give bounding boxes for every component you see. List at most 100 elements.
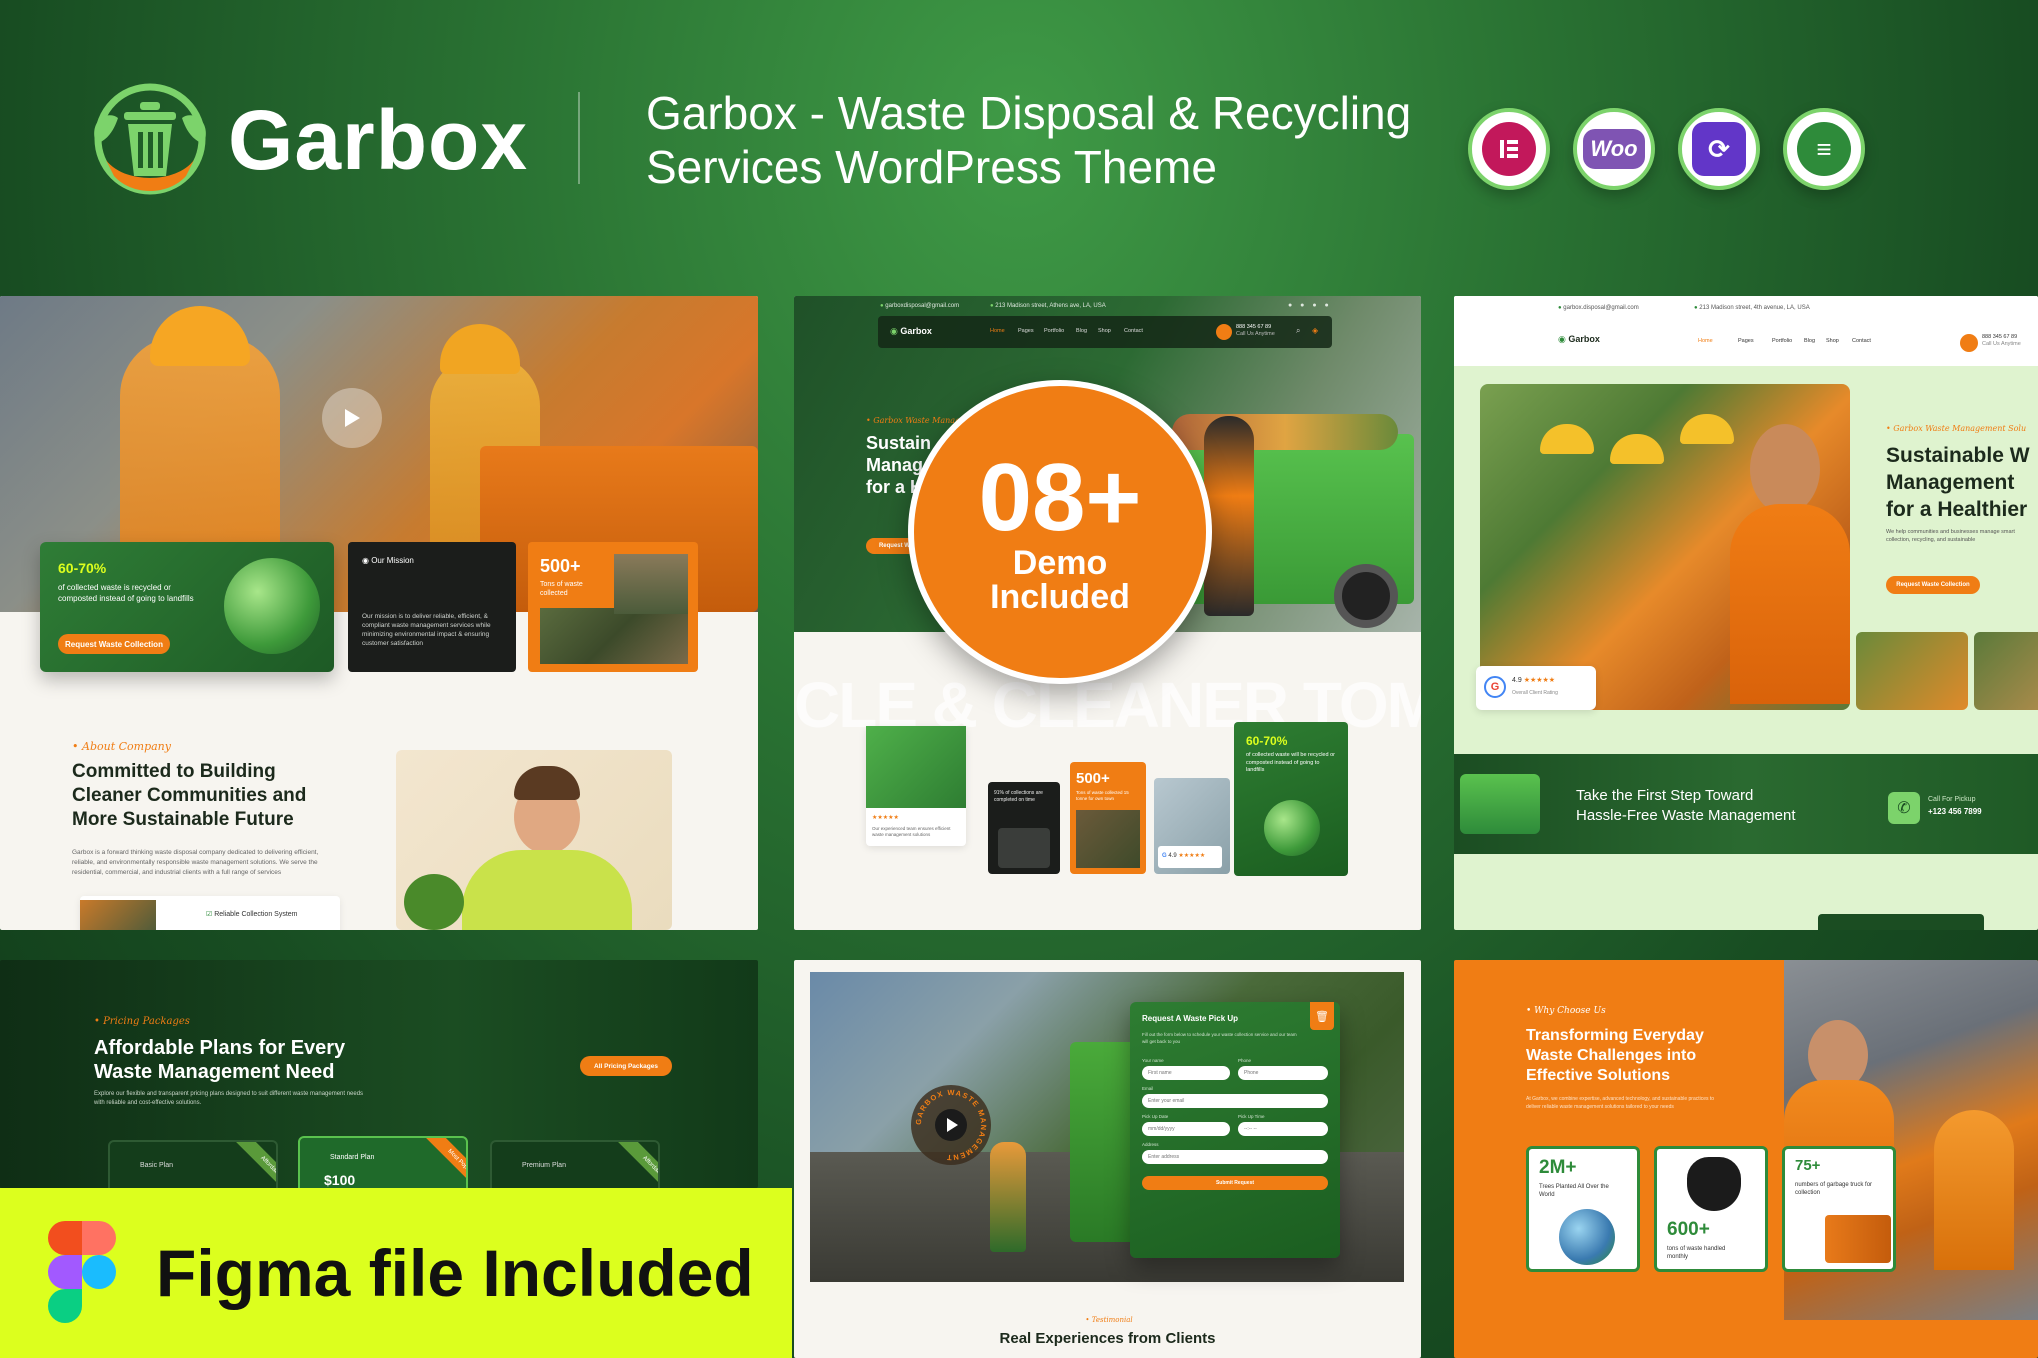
nav-shop[interactable]: Shop — [1826, 338, 1839, 344]
demo-label-line1: Demo — [1012, 544, 1108, 582]
nav-blog[interactable]: Blog — [1076, 328, 1087, 334]
nav-blog[interactable]: Blog — [1804, 338, 1815, 344]
hero-request-button[interactable]: Request Waste Collection — [1886, 576, 1980, 594]
hero-text: We help communities and businesses manag… — [1886, 529, 2015, 543]
nav-contact[interactable]: Contact — [1124, 328, 1143, 334]
brand-rotating-badge: GARBOX WASTE MANAGEMENT — [911, 1085, 991, 1165]
topbar-address: ● 213 Madison street, Athens ave, LA, US… — [990, 303, 1106, 309]
ontime-text: 91% of collections are completed on time — [994, 790, 1043, 803]
about-text: Garbox is a forward thinking waste dispo… — [72, 849, 319, 876]
stat-value: 60-70% — [1246, 734, 1288, 748]
cart-icon[interactable]: ◈ — [1312, 326, 1318, 335]
email-field[interactable] — [1142, 1094, 1328, 1108]
thumbnail-photo-1 — [1856, 632, 1968, 710]
earth-globe-icon — [1264, 800, 1320, 856]
demo-label-line2: Included — [990, 578, 1130, 616]
rating-stars: ★★★★★ — [872, 815, 899, 821]
video-play-button[interactable] — [322, 388, 382, 448]
topbar: ● garboxdisposal@gmail.com ● 213 Madison… — [794, 296, 1421, 318]
volunteers-photo — [1480, 384, 1850, 710]
mission-card: ◉ Our Mission Our mission is to deliver … — [348, 542, 516, 672]
testimonial-title: Real Experiences from Clients — [999, 1330, 1216, 1347]
mail-icon: ● — [880, 303, 884, 309]
preview-pickup-form: GARBOX WASTE MANAGEMENT Request A Waste … — [794, 960, 1421, 1358]
phone-field[interactable] — [1238, 1066, 1328, 1080]
about-feature-card: ☑ Reliable Collection System — [80, 896, 340, 930]
trash-bin-icon: 🗑 — [1310, 1002, 1334, 1030]
navbar: ◉ Garbox Home Pages Portfolio Blog Shop … — [878, 316, 1332, 348]
date-field[interactable] — [1142, 1122, 1230, 1136]
why-heading: Transforming Everyday Waste Challenges i… — [1526, 1027, 1704, 1084]
phone-call-icon[interactable]: ✆ — [1888, 792, 1920, 824]
garbage-truck-icon — [1825, 1215, 1891, 1263]
stat-text: of collected waste will be recycled or c… — [1246, 752, 1335, 773]
cta-text: Take the First Step Toward Hassle-Free W… — [1576, 787, 1796, 824]
mission-title: ◉ Our Mission — [362, 556, 414, 565]
garbage-bag-icon — [1687, 1157, 1741, 1211]
stat-value: 75+ — [1795, 1157, 1821, 1174]
time-field[interactable] — [1238, 1122, 1328, 1136]
topbar-email: ● garbox.disposal@gmail.com — [1558, 305, 1639, 311]
all-pricing-button[interactable]: All Pricing Packages — [580, 1056, 672, 1076]
demo-count-badge: 08+ Demo Included — [908, 380, 1212, 684]
request-collection-button[interactable]: Request Waste Collection — [58, 634, 170, 654]
tons-value: 500+ — [1076, 770, 1110, 787]
nav-home[interactable]: Home — [990, 328, 1005, 334]
nav-portfolio[interactable]: Portfolio — [1044, 328, 1064, 334]
stat-text: tons of waste handled monthly — [1667, 1246, 1726, 1260]
theme-title-line1: Garbox - Waste Disposal & Recycling — [646, 87, 1412, 139]
stat-value: 60-70% — [58, 560, 107, 576]
tons-text: Tons of waste collected 15 tonne for own… — [1076, 790, 1129, 801]
update-sync-icon: ⟳ — [1692, 122, 1746, 176]
stat-card-recycled: 60-70% of collected waste is recycled or… — [40, 542, 334, 672]
pickup-form-card: Request A Waste Pick Up 🗑 Fill out the f… — [1130, 1002, 1340, 1258]
social-icons[interactable]: ● ● ● ● — [1288, 302, 1332, 309]
elementor-badge — [1468, 108, 1550, 190]
nav-pages[interactable]: Pages — [1018, 328, 1034, 334]
garbox-logo-icon — [94, 83, 206, 195]
rating-card: G 4.9 ★★★★★ Overall Client Rating — [1476, 666, 1596, 710]
stat-card-recycled: 60-70% of collected waste will be recycl… — [1234, 722, 1348, 876]
ontime-card: 91% of collections are completed on time — [988, 782, 1060, 874]
rating-label: Overall Client Rating — [1512, 690, 1558, 696]
nav-shop[interactable]: Shop — [1098, 328, 1111, 334]
name-field[interactable] — [1142, 1066, 1230, 1080]
about-heading: Committed to Building Cleaner Communitie… — [72, 761, 307, 830]
play-icon — [345, 409, 360, 427]
address-field[interactable] — [1142, 1150, 1328, 1164]
waste-pile-photo — [540, 608, 688, 664]
form-title: Request A Waste Pick Up — [1142, 1014, 1239, 1023]
update-badge: ⟳ — [1678, 108, 1760, 190]
nav-contact[interactable]: Contact — [1852, 338, 1871, 344]
nav-portfolio[interactable]: Portfolio — [1772, 338, 1792, 344]
preview-home-1: 60-70% of collected waste is recycled or… — [0, 296, 758, 930]
bin-icon — [998, 828, 1050, 868]
preview-home-3: ● garbox.disposal@gmail.com ● 213 Madiso… — [1454, 296, 2038, 930]
plan-ribbon: Most Popular — [424, 1138, 466, 1188]
plan-card-premium[interactable]: Premium Plan Affordable — [490, 1140, 660, 1188]
plan-ribbon: Affordable — [234, 1142, 276, 1188]
stat-text: Tons of waste collected — [540, 581, 583, 597]
google-rating-badge: G 4.9 ★★★★★ — [1158, 846, 1222, 868]
submit-request-button[interactable]: Submit Request — [1142, 1176, 1328, 1190]
about-eyebrow: • About Company — [72, 740, 171, 753]
check-icon: ☑ — [206, 911, 213, 918]
phone-icon — [1216, 324, 1232, 340]
stat-card-tons: 600+ tons of waste handled monthly — [1654, 1146, 1768, 1272]
garbox-logo-icon: ◉ — [890, 326, 898, 336]
nav-pages[interactable]: Pages — [1738, 338, 1754, 344]
plan-card-standard[interactable]: Standard Plan $100 Most Popular — [298, 1136, 468, 1188]
worker-photo — [614, 554, 688, 614]
plan-card-basic[interactable]: Basic Plan Affordable — [108, 1140, 278, 1188]
pricing-text: Explore our flexible and transparent pri… — [94, 1091, 364, 1106]
nav-home[interactable]: Home — [1698, 338, 1713, 344]
team-card: ★★★★★ Our experienced team ensures effic… — [866, 726, 966, 846]
search-icon[interactable]: ⌕ — [1296, 326, 1300, 336]
truck-icon — [1460, 774, 1540, 834]
topbar-email: ● garboxdisposal@gmail.com — [880, 303, 960, 309]
preview-pricing: • Pricing Packages Affordable Plans for … — [0, 960, 758, 1188]
figma-banner: Figma file Included — [0, 1188, 792, 1358]
stat-value: 500+ — [540, 556, 581, 576]
phone-icon — [1960, 334, 1978, 352]
team-photo — [80, 900, 156, 930]
